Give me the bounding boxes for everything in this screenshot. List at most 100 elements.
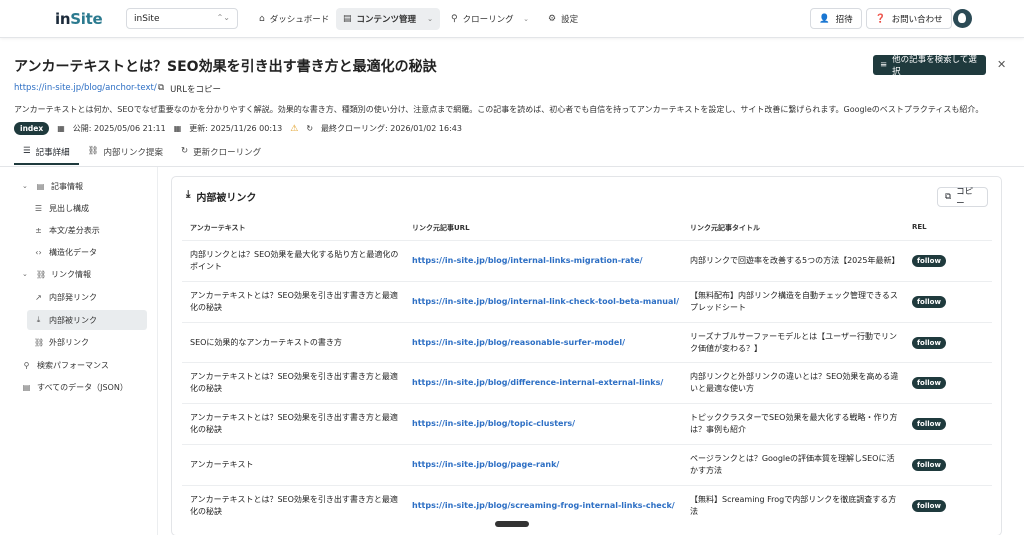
scroll-handle[interactable] — [495, 521, 529, 527]
column-header-anchor[interactable]: アンカーテキスト — [190, 223, 246, 233]
source-title-cell: トピッククラスターでSEO効果を最大化する戦略・作り方 は？事例も紹介 — [690, 413, 898, 434]
document-icon: ▤ — [36, 181, 45, 191]
source-title-cell: 内部リンクで回遊率を改善する5つの方法【2025年最新】 — [690, 256, 900, 265]
sidebar-item-article-info[interactable]: ⌄ ▤ 記事情報 — [22, 176, 83, 196]
index-badge: index — [14, 122, 50, 135]
sidebar-item-all-data[interactable]: ▤ すべてのデータ（JSON） — [22, 377, 128, 397]
home-icon: ⌂ — [259, 14, 265, 24]
refresh-icon: ↻ — [306, 124, 314, 133]
source-title-cell: 内部リンクと外部リンクの違いとは？SEO効果を高める違 いと最適な使い方 — [690, 372, 899, 393]
source-url-link[interactable]: https://in-site.jp/blog/reasonable-surfe… — [412, 337, 625, 349]
copy-icon: ⧉ — [945, 192, 952, 202]
source-title-cell: ページランクとは？Googleの評価本質を理解しSEOに活 かす方法 — [690, 454, 895, 475]
table-row: アンカーテキストとは？SEO効果を引き出す書き方と最適 化の秘訣 https://… — [182, 362, 992, 403]
card-title: ⤓ 内部被リンク — [186, 189, 257, 204]
sidebar-item-body-diff[interactable]: ± 本文/差分表示 — [34, 220, 100, 240]
avatar[interactable] — [953, 9, 972, 28]
sidebar-item-search-performance[interactable]: ⚲ 検索パフォーマンス — [22, 355, 109, 375]
source-title-cell: リーズナブルサーファーモデルとは【ユーザー行動でリン ク価値が変わる？】 — [690, 332, 897, 353]
rel-badge: follow — [912, 255, 946, 267]
table-row: アンカーテキスト https://in-site.jp/blog/page-ran… — [182, 444, 992, 485]
source-url-link[interactable]: https://in-site.jp/blog/difference-inter… — [412, 377, 663, 389]
chevron-down-icon: ⌄ — [523, 15, 529, 23]
search-icon: ⚲ — [23, 360, 30, 370]
source-title-cell: 【無料】Screaming Frogで内部リンクを徹底調査する方 法 — [690, 495, 897, 516]
inbound-links-card: ⤓ 内部被リンク ⧉ コピー アンカーテキスト リンク元記事URL リンク元記事タイ… — [171, 176, 1002, 535]
rel-badge: follow — [912, 377, 946, 389]
link-icon: ⛓ — [34, 337, 45, 347]
chevron-down-icon: ⌄ — [22, 270, 28, 278]
site-select[interactable]: inSite ⌃⌄ — [126, 8, 238, 29]
sidebar-item-structured-data[interactable]: ‹› 構造化データ — [34, 242, 97, 262]
column-header-url[interactable]: リンク元記事URL — [412, 223, 470, 233]
article-url-link[interactable]: https://in-site.jp/blog/anchor-text/ — [14, 83, 157, 93]
help-icon: ❓ — [875, 13, 886, 24]
table-row: アンカーテキストとは？SEO効果を引き出す書き方と最適 化の秘訣 https://… — [182, 281, 992, 322]
calendar-icon: ▦ — [173, 124, 182, 133]
file-icon: ▤ — [22, 382, 31, 392]
external-link-icon: ↗ — [35, 292, 42, 302]
document-icon: ▤ — [343, 14, 352, 24]
sidebar-item-headings[interactable]: ☰ 見出し構成 — [34, 198, 89, 218]
column-header-title[interactable]: リンク元記事タイトル — [690, 223, 760, 233]
top-nav: inSite inSite ⌃⌄ ⌂ ダッシュボード ▤ コンテンツ管理 ⌄ ⚲ クローリ… — [0, 0, 1024, 38]
sidebar-item-outbound-links[interactable]: ↗ 内部発リンク — [34, 287, 97, 307]
invite-button[interactable]: 👤 招待 — [810, 8, 862, 29]
search-icon: ⚲ — [451, 14, 458, 24]
last-crawl-date: 最終クローリング: 2026/01/02 16:43 — [321, 124, 462, 133]
meta-row: index ▦ 公開: 2025/05/06 21:11 ▦ 更新: 2025/11… — [14, 122, 462, 135]
code-icon: ‹› — [35, 247, 42, 257]
warning-icon: ⚠ — [290, 123, 299, 134]
download-icon: ⤓ — [36, 315, 41, 324]
chevron-down-icon: ⌄ — [22, 182, 28, 190]
list-icon: ☰ — [23, 146, 31, 156]
calendar-icon: ▦ — [57, 124, 65, 133]
anchor-text-cell: アンカーテキストとは？SEO効果を引き出す書き方と最適 化の秘訣 — [190, 495, 398, 516]
tab-bar: ☰ 記事詳細 ⛓ 内部リンク提案 ↻ 更新クローリング — [14, 146, 270, 165]
published-date: 公開: 2025/05/06 21:11 — [72, 124, 166, 133]
sidebar-item-link-info[interactable]: ⌄ ⛓ リンク情報 — [22, 264, 91, 284]
anchor-text-cell: アンカーテキストとは？SEO効果を引き出す書き方と最適 化の秘訣 — [190, 372, 398, 393]
sidebar-item-inbound-links[interactable]: ⤓ 内部被リンク — [27, 310, 147, 330]
user-plus-icon: 👤 — [819, 13, 830, 24]
nav-content[interactable]: ▤ コンテンツ管理 ⌄ — [336, 8, 440, 30]
nav-settings[interactable]: ⚙ 設定 — [541, 8, 585, 30]
copy-button[interactable]: ⧉ コピー — [937, 187, 988, 209]
anchor-text-cell: 内部リンクとは？SEO効果を最大化する貼り方と最適化の ポイント — [190, 250, 399, 271]
close-icon[interactable]: ✕ — [997, 58, 1006, 71]
list-icon: ☰ — [34, 203, 43, 213]
logo[interactable]: inSite — [55, 10, 103, 28]
nav-crawling[interactable]: ⚲ クローリング ⌄ — [444, 8, 536, 30]
sidebar: ⌄ ▤ 記事情報 ☰ 見出し構成 ± 本文/差分表示 ‹› 構造化データ ⌄ ⛓ リンク情報 … — [0, 167, 158, 535]
tab-update-crawling[interactable]: ↻ 更新クローリング — [172, 146, 270, 165]
chevron-updown-icon: ⌃⌄ — [216, 13, 230, 22]
source-url-link[interactable]: https://in-site.jp/blog/screaming-frog-i… — [412, 500, 675, 512]
anchor-text-cell: アンカーテキストとは？SEO効果を引き出す書き方と最適 化の秘訣 — [190, 291, 398, 312]
table-row: アンカーテキストとは？SEO効果を引き出す書き方と最適 化の秘訣 https://… — [182, 485, 992, 526]
source-url-link[interactable]: https://in-site.jp/blog/internal-link-ch… — [412, 296, 679, 308]
search-other-article-button[interactable]: ≡ 他の記事を検索して選択 — [873, 55, 986, 77]
contact-button[interactable]: ❓ お問い合わせ — [866, 8, 952, 29]
tab-internal-link-suggestions[interactable]: ⛓ 内部リンク提案 — [79, 146, 172, 165]
link-icon: ⛓ — [87, 146, 99, 156]
source-url-link[interactable]: https://in-site.jp/blog/topic-clusters/ — [412, 418, 575, 430]
page-title: アンカーテキストとは？SEO効果を引き出す書き方と最適化の秘訣 — [14, 59, 437, 75]
download-icon: ⤓ — [186, 189, 191, 200]
table-row: アンカーテキストとは？SEO効果を引き出す書き方と最適 化の秘訣 https://… — [182, 403, 992, 444]
nav-dashboard[interactable]: ⌂ ダッシュボード — [252, 8, 336, 30]
rel-badge: follow — [912, 459, 946, 471]
link-icon: ⛓ — [36, 269, 47, 279]
list-icon: ≡ — [880, 60, 888, 70]
refresh-icon: ↻ — [180, 146, 189, 156]
source-url-link[interactable]: https://in-site.jp/blog/internal-links-m… — [412, 255, 643, 267]
anchor-text-cell: SEOに効果的なアンカーテキストの書き方 — [190, 338, 342, 347]
sidebar-item-external-links[interactable]: ⛓ 外部リンク — [34, 332, 89, 352]
source-url-link[interactable]: https://in-site.jp/blog/page-rank/ — [412, 459, 559, 471]
column-header-rel[interactable]: REL — [912, 223, 927, 231]
diff-icon: ± — [35, 225, 42, 235]
rel-badge: follow — [912, 296, 946, 308]
tab-article-details[interactable]: ☰ 記事詳細 — [14, 146, 79, 165]
rel-badge: follow — [912, 418, 946, 430]
copy-url-button[interactable]: ⧉ URLをコピー — [158, 83, 221, 95]
app-window: inSite inSite ⌃⌄ ⌂ ダッシュボード ▤ コンテンツ管理 ⌄ ⚲ クローリ… — [0, 0, 1024, 535]
